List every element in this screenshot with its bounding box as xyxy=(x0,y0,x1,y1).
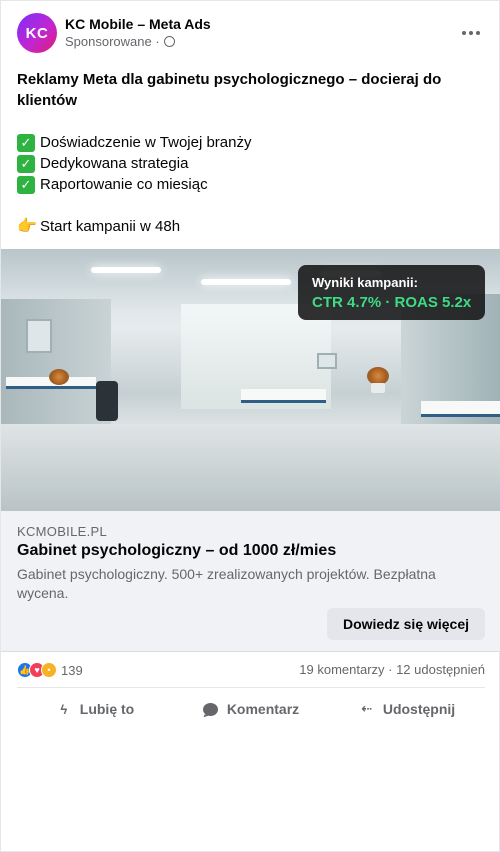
page-avatar[interactable]: KC xyxy=(17,13,57,53)
post-actions-bar: ϟ Lubię to Komentarz ⇠ Udostępnij xyxy=(17,689,485,729)
image-monitor xyxy=(317,353,337,369)
image-desk xyxy=(421,401,500,417)
pointing-hand-emoji-icon: 👉 xyxy=(17,218,37,235)
share-button[interactable]: ⇠ Udostępnij xyxy=(329,689,485,729)
sponsored-label[interactable]: Sponsorowane · xyxy=(65,34,160,49)
learn-more-button[interactable]: Dowiedz się więcej xyxy=(327,608,485,640)
bullet-line: ✓ Dedykowana strategia xyxy=(17,153,485,174)
image-plant xyxy=(49,369,69,385)
overlay-label: Wyniki kampanii: xyxy=(312,275,418,290)
share-icon: ⇠ xyxy=(361,701,373,716)
comment-button-label: Komentarz xyxy=(226,701,300,717)
check-mark-emoji-icon: ✓ xyxy=(17,175,35,194)
image-floor xyxy=(1,424,500,511)
link-preview[interactable]: KCMOBILE.PL Gabinet psychologiczny – od … xyxy=(1,511,500,652)
post-headline: Reklamy Meta dla gabinetu psychologiczne… xyxy=(17,71,442,109)
image-chair xyxy=(96,381,118,421)
ceiling-light xyxy=(201,279,291,285)
link-description: Gabinet psychologiczny. 500+ zrealizowan… xyxy=(17,566,436,601)
sponsored-label-row: Sponsorowane · xyxy=(65,34,175,49)
comment-icon xyxy=(202,702,218,716)
reactions-summary[interactable]: 👍 ♥ • 139 xyxy=(17,662,83,678)
image-monitor xyxy=(26,319,52,353)
sponsored-post-card: KC KC Mobile – Meta Ads Sponsorowane · R… xyxy=(0,0,500,852)
like-button-label: Lubię to xyxy=(79,701,135,717)
engagement-stats: 👍 ♥ • 139 19 komentarzy · 12 udostępnień xyxy=(17,652,485,688)
bullet-text: Raportowanie co miesiąc xyxy=(40,176,208,193)
bullet-line: ✓ Raportowanie co miesiąc xyxy=(17,174,485,195)
share-button-label: Udostępnij xyxy=(382,701,456,717)
bullet-text: Dedykowana strategia xyxy=(40,155,189,172)
campaign-results-overlay: Wyniki kampanii: CTR 4.7% · ROAS 5.2x xyxy=(298,265,485,320)
page-name-link[interactable]: KC Mobile – Meta Ads xyxy=(65,16,211,32)
link-title[interactable]: Gabinet psychologiczny – od 1000 zł/mies xyxy=(17,542,336,560)
link-domain: KCMOBILE.PL xyxy=(17,524,107,539)
like-button[interactable]: ϟ Lubię to xyxy=(17,689,173,729)
bullet-line: ✓ Doświadczenie w Twojej branży xyxy=(17,132,485,153)
post-header: KC KC Mobile – Meta Ads Sponsorowane · xyxy=(17,13,485,53)
wow-reaction-icon: • xyxy=(41,662,57,678)
bullet-text: Doświadczenie w Twojej branży xyxy=(40,134,252,151)
globe-icon xyxy=(163,36,175,47)
image-pot xyxy=(371,383,385,393)
more-options-icon[interactable] xyxy=(457,21,485,45)
image-exam-table xyxy=(241,389,326,403)
ceiling-light xyxy=(91,267,161,273)
check-mark-emoji-icon: ✓ xyxy=(17,154,35,173)
overlay-value: CTR 4.7% · ROAS 5.2x xyxy=(312,294,472,311)
comments-shares-count[interactable]: 19 komentarzy · 12 udostępnień xyxy=(299,662,485,677)
post-text: Reklamy Meta dla gabinetu psychologiczne… xyxy=(17,69,485,237)
reaction-count[interactable]: 139 xyxy=(61,663,83,678)
cta-line: 👉 Start kampanii w 48h xyxy=(17,216,485,237)
ad-image[interactable]: Wyniki kampanii: CTR 4.7% · ROAS 5.2x xyxy=(1,249,500,511)
cta-line-text: Start kampanii w 48h xyxy=(40,218,181,235)
comment-button[interactable]: Komentarz xyxy=(173,689,329,729)
check-mark-emoji-icon: ✓ xyxy=(17,133,35,152)
thumbs-up-icon: ϟ xyxy=(60,701,68,717)
